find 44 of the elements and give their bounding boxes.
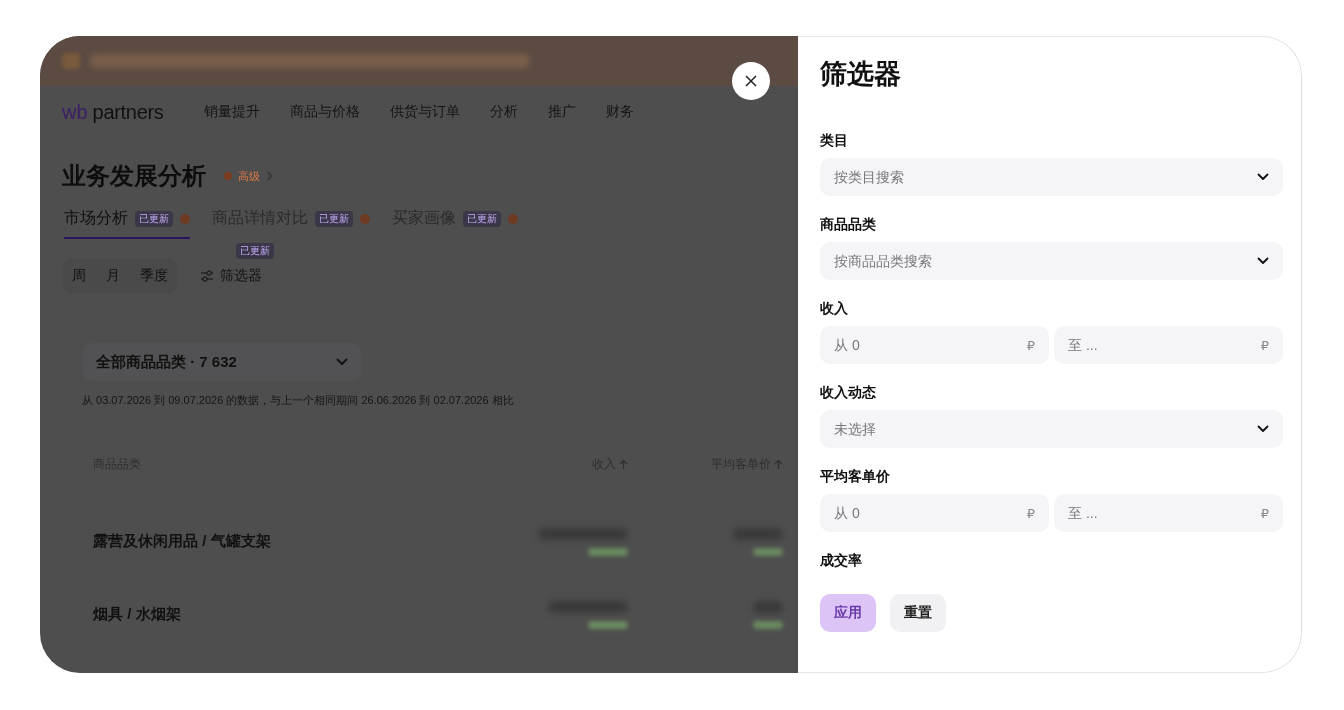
chevron-down-icon bbox=[1257, 257, 1269, 265]
chevron-down-icon bbox=[336, 358, 348, 366]
status-dot bbox=[360, 213, 370, 224]
field-label: 成交率 bbox=[820, 552, 863, 570]
chevron-down-icon bbox=[1257, 173, 1269, 181]
updated-badge: 已更新 bbox=[236, 243, 274, 259]
status-dot bbox=[224, 172, 232, 180]
field-label: 平均客单价 bbox=[820, 468, 891, 486]
logo-text: partners bbox=[92, 100, 164, 124]
nav-link[interactable]: 推广 bbox=[547, 103, 576, 121]
blurred-change bbox=[588, 547, 628, 556]
select-field[interactable]: 按类目搜索 bbox=[820, 158, 1283, 196]
plan-link[interactable]: 高级 bbox=[238, 168, 260, 184]
updated-badge: 已更新 bbox=[135, 210, 173, 227]
field-label: 收入动态 bbox=[820, 384, 877, 402]
updated-badge: 已更新 bbox=[315, 210, 353, 227]
updated-badge: 已更新 bbox=[463, 210, 501, 227]
category-cell-text: 露营及休闲用品 / 气罐支架 bbox=[93, 532, 272, 551]
category-cell-text: 烟具 / 水烟架 bbox=[93, 605, 182, 624]
currency-unit: ₽ bbox=[1260, 337, 1269, 353]
blurred-change bbox=[588, 620, 628, 629]
select-field[interactable]: 未选择 bbox=[820, 410, 1283, 448]
page-title: 业务发展分析 bbox=[62, 161, 206, 191]
field-label: 商品品类 bbox=[820, 216, 877, 234]
currency-unit: ₽ bbox=[1026, 337, 1035, 353]
panel-title: 筛选器 bbox=[820, 58, 902, 90]
blurred-change bbox=[753, 620, 783, 629]
field-label: 收入 bbox=[820, 300, 849, 318]
currency-unit: ₽ bbox=[1026, 505, 1035, 521]
category-select[interactable]: 全部商品品类 · 7 632 bbox=[82, 343, 362, 381]
nav-link[interactable]: 财务 bbox=[605, 103, 634, 121]
select-field[interactable]: 按商品品类搜索 bbox=[820, 242, 1283, 280]
blurred-change bbox=[753, 547, 783, 556]
status-dot bbox=[508, 213, 518, 224]
reset-button[interactable]: 重置 bbox=[890, 594, 946, 632]
sliders-icon bbox=[200, 270, 214, 282]
tab[interactable]: 市场分析 已更新 bbox=[64, 202, 190, 239]
currency-unit: ₽ bbox=[1260, 505, 1269, 521]
chevron-down-icon bbox=[1257, 425, 1269, 433]
field-label: 类目 bbox=[820, 132, 849, 150]
chevron-right-icon bbox=[266, 171, 273, 181]
close-icon bbox=[745, 75, 757, 87]
status-dot bbox=[180, 213, 190, 224]
period-option[interactable]: 季度 bbox=[130, 259, 178, 293]
